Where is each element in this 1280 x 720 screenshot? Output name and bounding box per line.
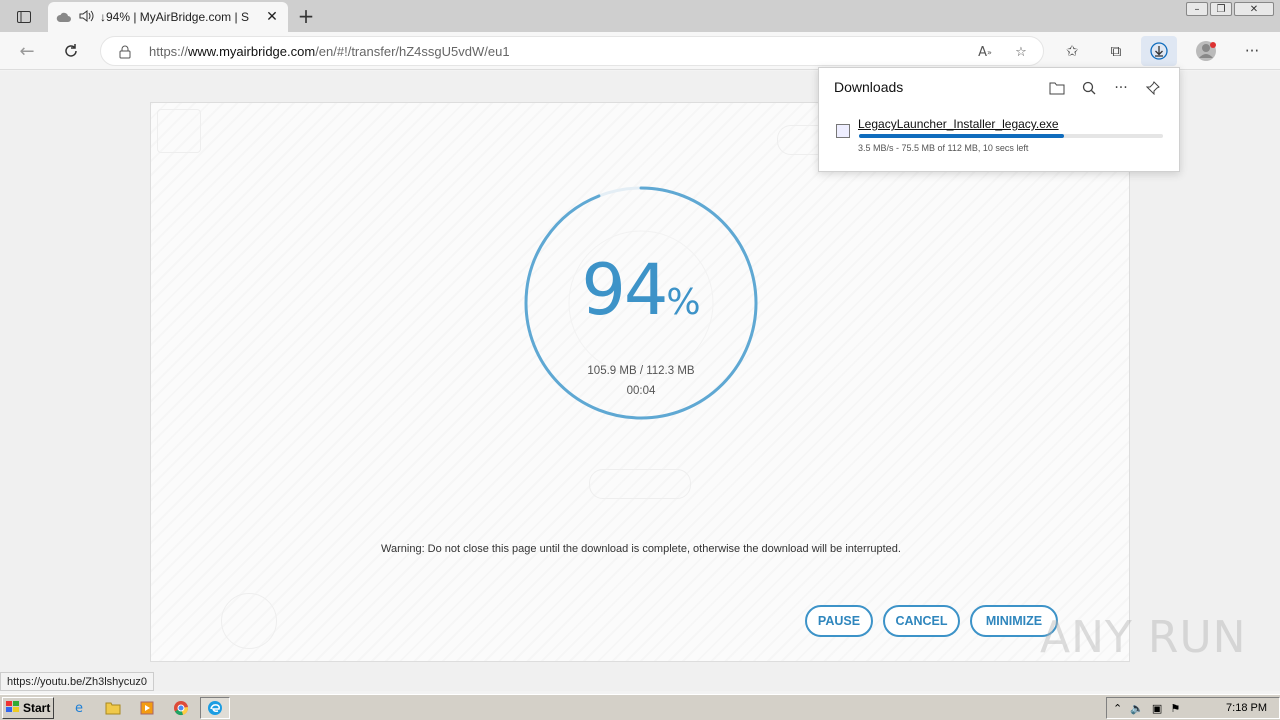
status-url-tooltip: https://youtu.be/Zh3lshycuz0 (0, 672, 155, 691)
tab-active[interactable]: ↓94% | MyAirBridge.com | S ✕ (48, 2, 288, 32)
start-label: Start (23, 701, 51, 715)
profile-avatar-icon[interactable] (1194, 39, 1218, 63)
transfer-time: 00:04 (626, 385, 656, 397)
transfer-sizes: 105.9 MB / 112.3 MB (587, 365, 695, 377)
clock: 7:18 PM (1226, 702, 1267, 714)
back-arrow-icon[interactable]: ← (14, 38, 40, 64)
downloads-icon[interactable] (1141, 36, 1177, 66)
ghost-mini-progress (221, 593, 277, 649)
read-aloud-icon[interactable]: A» (975, 42, 995, 62)
downloads-panel: Downloads ··· LegacyLauncher_Installer_l… (818, 67, 1180, 172)
progress-percent: 94% (521, 249, 761, 331)
tab-strip: ↓94% | MyAirBridge.com | S ✕ + – ❐ ✕ (0, 0, 1280, 32)
refresh-icon[interactable] (58, 38, 84, 64)
downloads-title: Downloads (834, 79, 904, 95)
windows-logo-icon (6, 700, 20, 716)
transfer-card: 94% 105.9 MB / 112.3 MB 00:04 Warning: D… (150, 102, 1130, 662)
download-file-name[interactable]: LegacyLauncher_Installer_legacy.exe (858, 117, 1059, 131)
restore-window-icon[interactable]: ❐ (1210, 2, 1232, 16)
collections-icon[interactable]: ⧉ (1104, 39, 1128, 63)
download-status: 3.5 MB/s - 75.5 MB of 112 MB, 10 secs le… (858, 143, 1029, 153)
browser-toolbar: ← https://www.myairbridge.com/en/#!/tran… (0, 32, 1280, 70)
download-progress-bar (859, 134, 1163, 138)
folder-icon[interactable] (104, 699, 122, 717)
ghost-home-icon (157, 109, 201, 153)
address-bar[interactable]: https://www.myairbridge.com/en/#!/transf… (100, 36, 1044, 66)
volume-icon[interactable]: 🔈 (1130, 702, 1144, 715)
chrome-icon[interactable] (172, 699, 190, 717)
ghost-download-button (589, 469, 691, 499)
start-button[interactable]: Start (2, 697, 54, 719)
cancel-button[interactable]: CANCEL (883, 605, 960, 637)
taskbar: Start e ⌃ 🔈 ▣ ⚑ 7:18 PM (0, 694, 1280, 720)
edge-icon[interactable] (200, 697, 230, 719)
anyrun-watermark: ANY RUN (1040, 612, 1247, 663)
download-progress-fill (859, 134, 1064, 138)
warning-text: Warning: Do not close this page until th… (381, 543, 901, 555)
add-favorite-icon[interactable]: ☆ (1011, 42, 1031, 62)
close-window-icon[interactable]: ✕ (1234, 2, 1274, 16)
lock-icon[interactable] (119, 44, 131, 63)
url-text: https://www.myairbridge.com/en/#!/transf… (149, 44, 510, 59)
favorites-icon[interactable]: ✩ (1060, 39, 1084, 63)
pin-icon[interactable] (1142, 78, 1164, 98)
new-tab-icon[interactable]: + (294, 4, 318, 28)
tab-title: ↓94% | MyAirBridge.com | S (100, 10, 249, 24)
minimize-window-icon[interactable]: – (1186, 2, 1208, 16)
ie-icon[interactable]: e (70, 699, 88, 717)
open-folder-icon[interactable] (1046, 78, 1068, 98)
network-icon[interactable]: ▣ (1152, 702, 1162, 715)
more-options-icon[interactable]: ··· (1240, 39, 1264, 63)
media-player-icon[interactable] (138, 699, 156, 717)
search-downloads-icon[interactable] (1078, 78, 1100, 98)
window-controls: – ❐ ✕ (1186, 2, 1274, 16)
percent-sign: % (666, 282, 701, 323)
system-tray: ⌃ 🔈 ▣ ⚑ 7:18 PM (1106, 697, 1280, 719)
cloud-icon (56, 8, 72, 27)
flag-icon[interactable]: ⚑ (1170, 702, 1180, 715)
speaker-icon[interactable] (78, 8, 94, 27)
close-tab-icon[interactable]: ✕ (264, 9, 280, 25)
file-icon (836, 124, 850, 138)
percent-number: 94 (581, 249, 668, 331)
more-downloads-options-icon[interactable]: ··· (1110, 78, 1132, 98)
tab-actions-icon[interactable] (10, 6, 38, 28)
pause-button[interactable]: PAUSE (805, 605, 873, 637)
chevron-up-icon[interactable]: ⌃ (1113, 702, 1122, 715)
progress-ring: 94% 105.9 MB / 112.3 MB 00:04 (521, 183, 761, 423)
